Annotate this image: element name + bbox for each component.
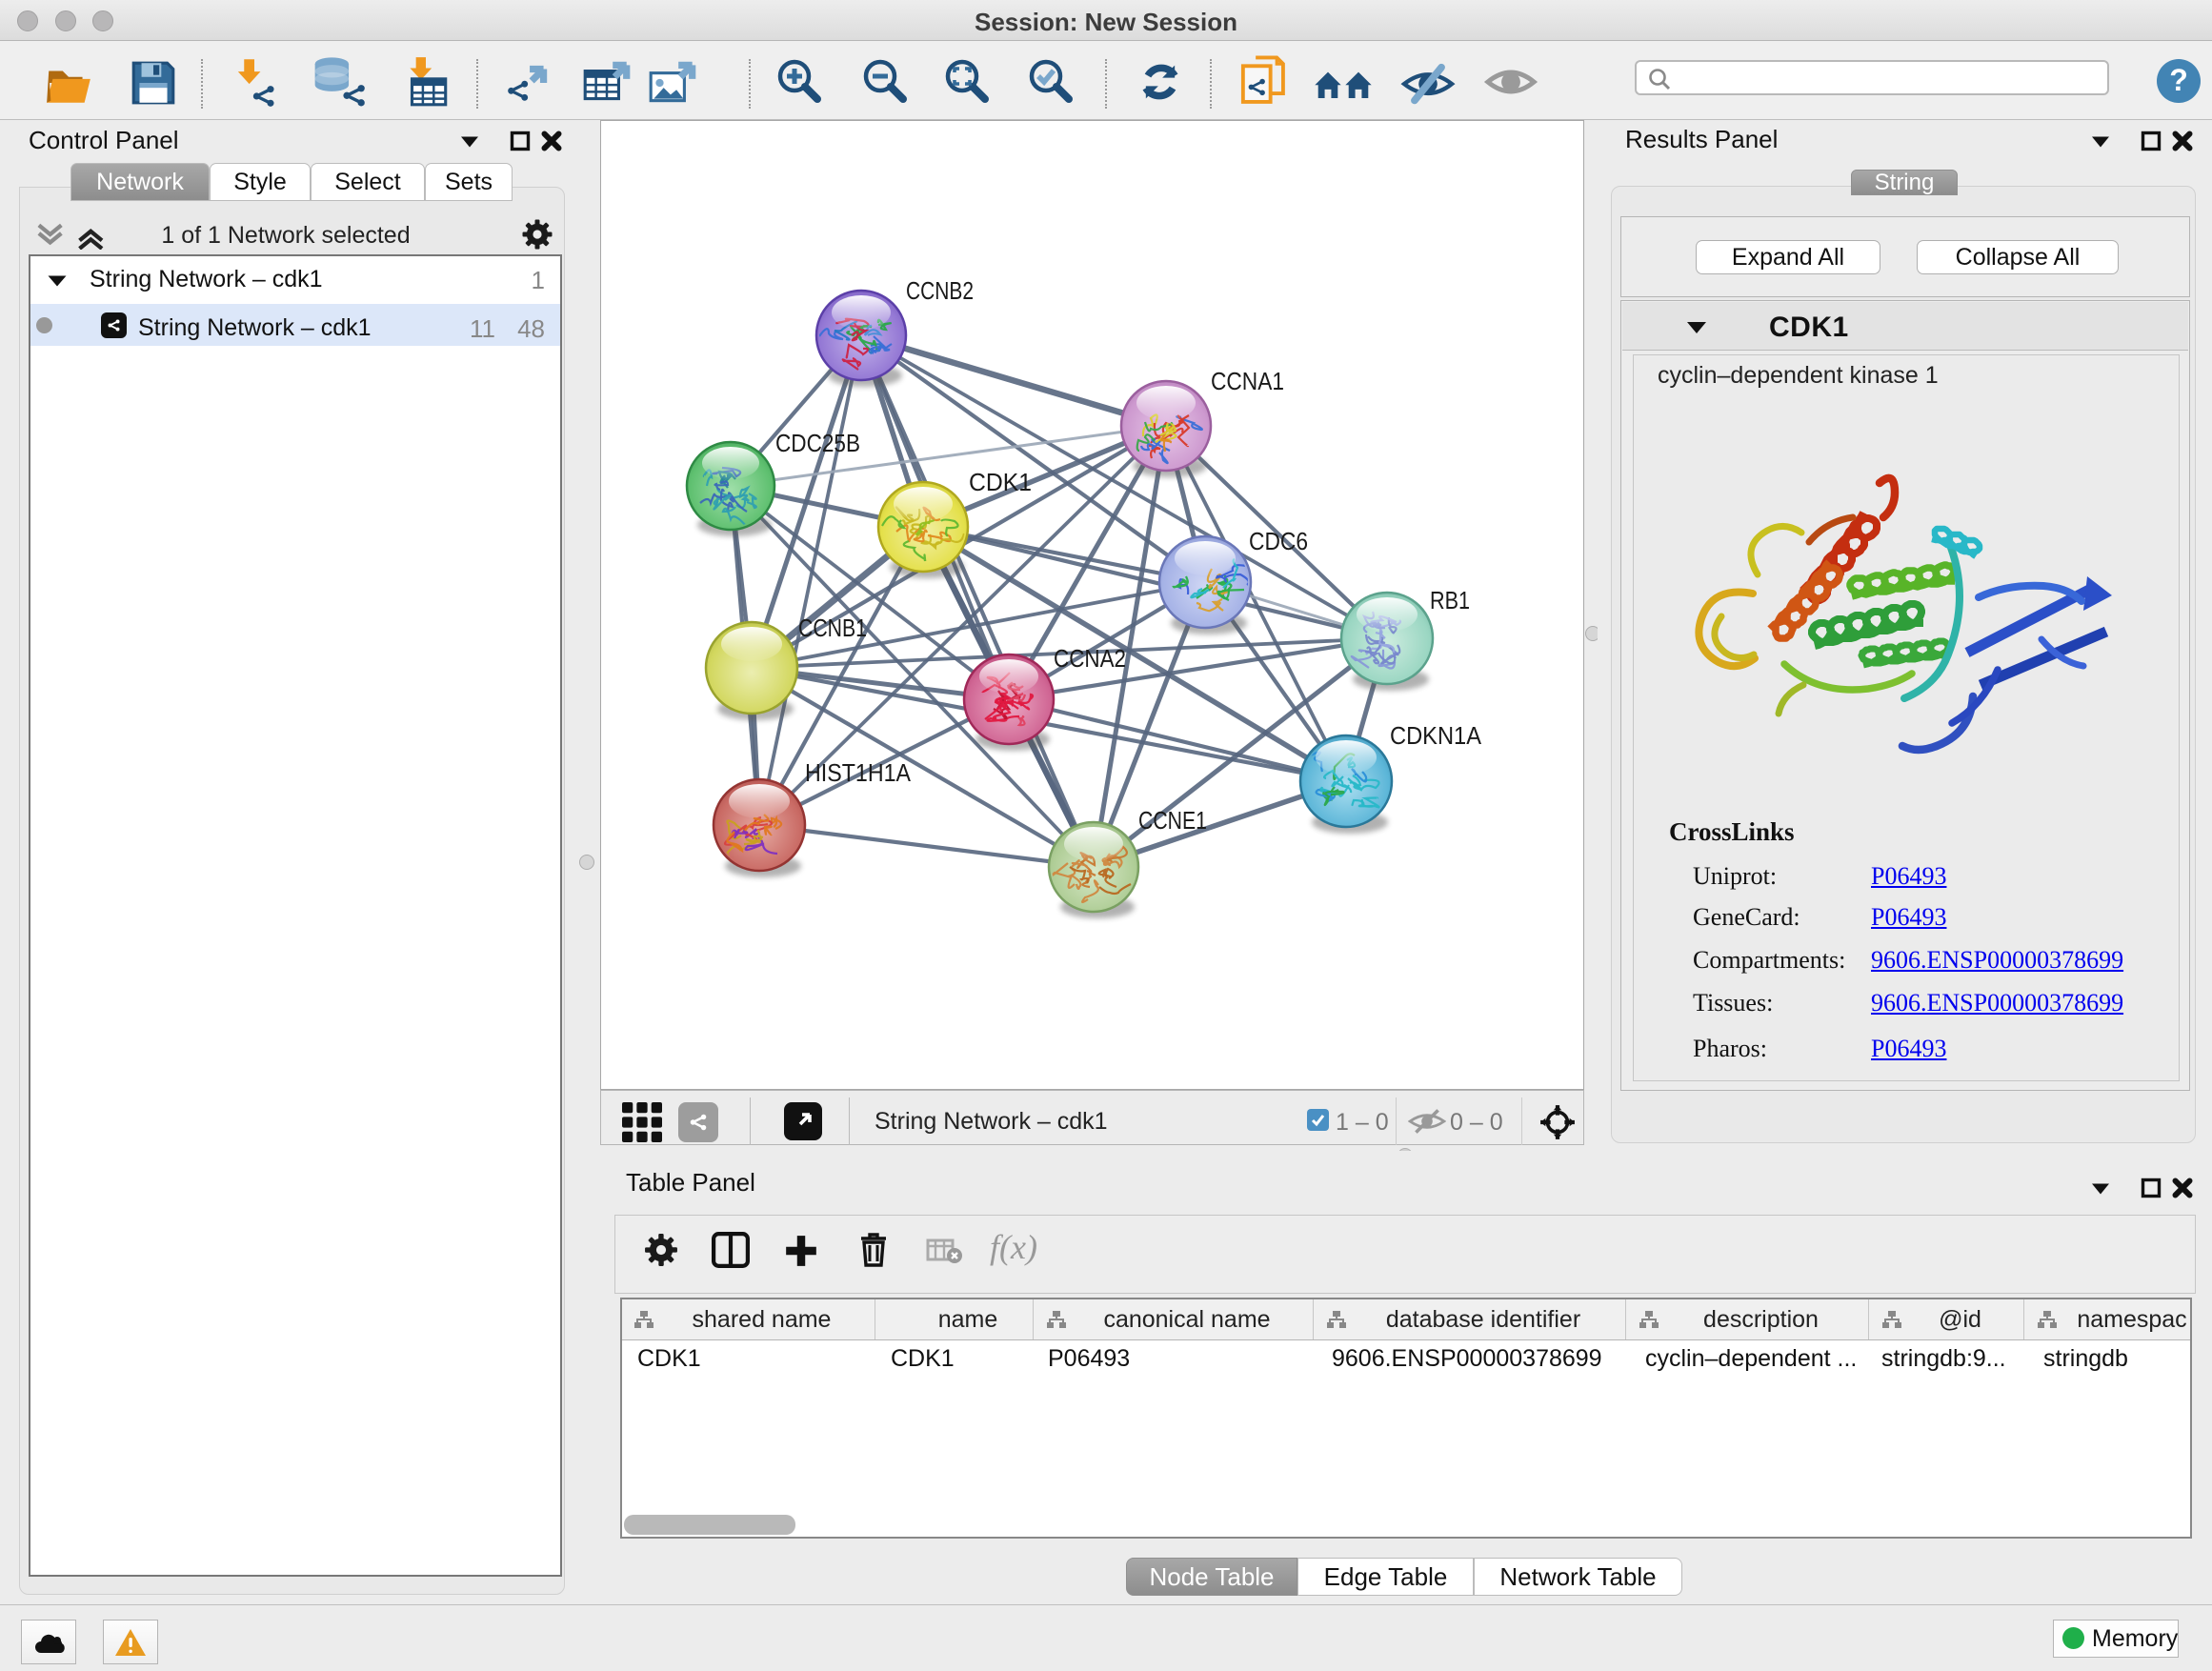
svg-text:CDKN1A: CDKN1A: [1390, 721, 1482, 750]
svg-text:CCNA1: CCNA1: [1211, 367, 1284, 395]
svg-text:RB1: RB1: [1430, 586, 1470, 614]
svg-text:CCNB2: CCNB2: [906, 276, 974, 305]
svg-text:CDK1: CDK1: [969, 468, 1032, 496]
svg-text:CDC6: CDC6: [1249, 527, 1308, 555]
svg-text:CCNA2: CCNA2: [1054, 644, 1126, 673]
svg-text:CDC25B: CDC25B: [775, 429, 860, 457]
svg-text:CCNE1: CCNE1: [1138, 806, 1207, 835]
svg-text:HIST1H1A: HIST1H1A: [805, 758, 912, 787]
svg-text:CCNB1: CCNB1: [798, 614, 867, 642]
